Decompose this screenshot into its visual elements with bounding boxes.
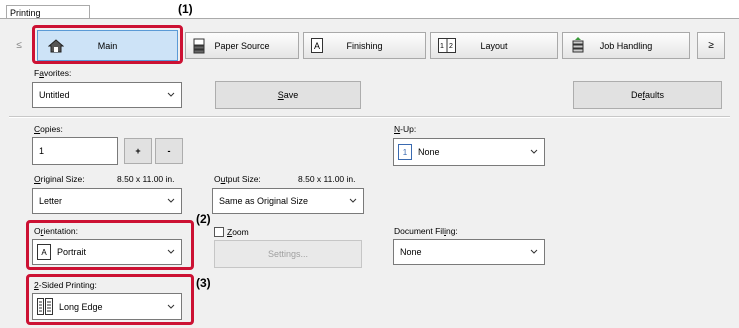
document-filing-dropdown[interactable]: None xyxy=(393,239,545,265)
document-filing-value: None xyxy=(400,247,422,257)
output-size-label: Output Size: xyxy=(214,174,261,184)
nup-dropdown[interactable]: 1 None xyxy=(393,138,545,166)
tab-finishing[interactable]: A Finishing xyxy=(303,32,426,59)
tabs-prev-button[interactable]: ≤ xyxy=(8,32,30,59)
highlight-two-sided xyxy=(26,274,194,325)
tab-layout-label: Layout xyxy=(480,40,508,51)
tabs-next-button[interactable]: ≥ xyxy=(697,32,725,59)
original-size-dropdown[interactable]: Letter xyxy=(32,188,182,214)
nup-value: None xyxy=(418,147,440,157)
divider-highlight xyxy=(9,117,730,118)
tab-paper-source-label: Paper Source xyxy=(214,40,270,51)
copies-increment-button[interactable]: + xyxy=(124,138,152,164)
nup-label: N-Up: xyxy=(394,124,417,134)
callout-1: (1) xyxy=(178,2,193,16)
favorites-label: Favorites: xyxy=(34,68,72,78)
window-title-tab[interactable]: Printing Preferences xyxy=(6,5,90,32)
document-filing-label: Document Filing: xyxy=(394,226,458,236)
zoom-label: Zoom xyxy=(227,227,249,237)
chevron-down-icon xyxy=(530,149,538,154)
tab-finishing-label: Finishing xyxy=(346,40,383,51)
tab-paper-source[interactable]: Paper Source xyxy=(185,32,299,59)
zoom-settings-button[interactable]: Settings... xyxy=(214,240,362,268)
original-size-label: Original Size: xyxy=(34,174,85,184)
copies-decrement-button[interactable]: - xyxy=(155,138,183,164)
callout-2: (2) xyxy=(196,212,211,226)
output-size-dims: 8.50 x 11.00 in. xyxy=(298,174,356,184)
defaults-button[interactable]: De f aults xyxy=(573,81,722,109)
tab-job-handling[interactable]: Job Handling xyxy=(562,32,690,59)
output-size-dropdown[interactable]: Same as Original Size xyxy=(212,188,364,214)
output-size-value: Same as Original Size xyxy=(219,196,309,206)
favorites-dropdown[interactable]: Untitled xyxy=(32,82,182,108)
nup-icon: 1 xyxy=(398,144,412,160)
chevron-down-icon xyxy=(349,198,357,203)
highlight-orientation xyxy=(26,220,194,270)
tab-layout[interactable]: 1 2 Layout xyxy=(430,32,558,59)
copies-label: Copies: xyxy=(34,124,63,134)
zoom-checkbox[interactable] xyxy=(214,227,224,237)
chevron-down-icon xyxy=(167,198,175,203)
callout-3: (3) xyxy=(196,276,211,290)
favorites-value: Untitled xyxy=(39,90,70,100)
save-button[interactable]: Save xyxy=(215,81,361,109)
chevron-down-icon xyxy=(530,249,538,254)
copies-value: 1 xyxy=(39,146,45,156)
chevron-down-icon xyxy=(167,92,175,97)
original-size-dims: 8.50 x 11.00 in. xyxy=(117,174,175,184)
original-size-value: Letter xyxy=(39,196,63,206)
tab-job-handling-label: Job Handling xyxy=(599,40,653,51)
copies-input[interactable]: 1 xyxy=(32,137,118,165)
highlight-main-tab xyxy=(32,25,183,64)
